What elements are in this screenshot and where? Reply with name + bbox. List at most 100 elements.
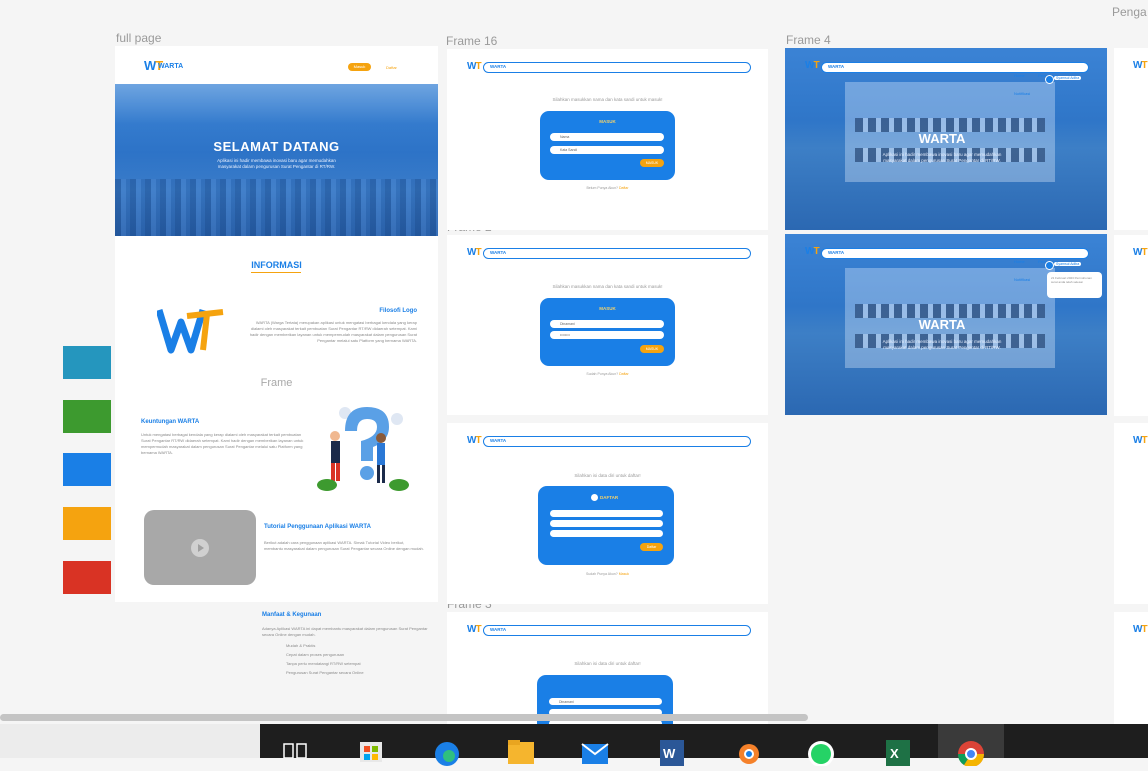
frame5-user-name[interactable]: Syamsul Adiba	[1054, 262, 1082, 266]
frame4-nav-label: WARTA	[828, 64, 845, 69]
hero-banner: SELAMAT DATANG Aplikasi ini hadir membaw…	[115, 84, 438, 236]
frame-daftar-navbar: WARTA	[483, 436, 751, 447]
frame16-nav-label: WARTA	[490, 64, 507, 69]
keuntungan-text: Untuk mengatasi berbagai kendala yang ke…	[141, 432, 304, 455]
frame-daftar-footer: Sudah Punya Akun? Masuk	[447, 572, 768, 576]
frame16-daftar-link[interactable]: Daftar	[619, 186, 629, 190]
excel-icon[interactable]: X	[882, 736, 912, 766]
tutorial-video-player[interactable]	[144, 510, 256, 585]
chrome-active-tab[interactable]	[938, 724, 1004, 768]
frame2-prompt: Silahkan masukkan nama dan kata sandi un…	[552, 284, 663, 289]
word-icon[interactable]: W	[656, 736, 686, 766]
manfaat-item-1: Mudah & Praktis	[286, 643, 316, 648]
hero-subtitle-2: masyarakat dalam pengurusan Surat Pengan…	[217, 164, 336, 169]
taskbar-search-area[interactable]	[0, 724, 260, 758]
frame4-artboard[interactable]: WT WARTA Home Pengaduan Notifikasi Syams…	[785, 48, 1107, 230]
task-view-icon[interactable]	[282, 740, 308, 759]
color-swatch-orange[interactable]	[63, 507, 111, 540]
frame2-footer: Sudah Punya Akun? Daftar	[447, 372, 768, 376]
horizontal-scrollbar[interactable]	[0, 714, 808, 721]
play-icon[interactable]	[191, 539, 209, 557]
right-frame-3[interactable]: WT	[1114, 423, 1148, 604]
frame4-sub-2: masyarakat dalam pengurusan Surat Pengan…	[883, 158, 1001, 163]
frame-daftar-button[interactable]: Daftar	[640, 543, 663, 551]
chrome-icon[interactable]	[956, 736, 986, 768]
svg-text:X: X	[890, 746, 899, 761]
frame2-daftar-link[interactable]: Daftar	[619, 372, 629, 376]
color-swatch-red[interactable]	[63, 561, 111, 594]
frame-daftar-field-2[interactable]	[550, 520, 663, 527]
frame-daftar-field-3[interactable]	[550, 530, 663, 537]
frame4-windows-1	[855, 118, 1045, 132]
play-triangle	[198, 544, 204, 552]
frame16-name-input[interactable]: Nama	[550, 133, 664, 141]
store-icon[interactable]	[356, 736, 386, 766]
frame2-masuk-button[interactable]: MASUK	[640, 345, 664, 353]
fp-masuk-button[interactable]: Masuk	[348, 63, 371, 71]
color-swatch-blue[interactable]	[63, 453, 111, 486]
hero-sky	[115, 84, 438, 124]
file-explorer-icon[interactable]	[506, 736, 536, 766]
fp-daftar-link[interactable]: Daftar	[386, 65, 397, 70]
frame-center-label: Frame	[260, 377, 293, 389]
frame-daftar-avatar-icon	[591, 494, 598, 501]
frame16-footer-text: Belum Punya Akun?	[586, 186, 618, 190]
frame2-password-input[interactable]: ••••••••	[550, 331, 664, 339]
frame2-logo-icon: WT	[467, 247, 482, 258]
frame-daftar-field-1[interactable]	[550, 510, 663, 517]
frame4-label[interactable]: Frame 4	[786, 33, 831, 47]
frame4-nav-notifikasi[interactable]: Notifikasi	[1014, 91, 1030, 96]
frame5-nav-home[interactable]: Home	[1014, 259, 1025, 264]
right-frame-4[interactable]: WT	[1114, 612, 1148, 724]
frame16-logo-icon: WT	[467, 61, 482, 72]
hero-title: SELAMAT DATANG	[213, 139, 340, 154]
frame4-nav-home[interactable]: Home	[1014, 73, 1025, 78]
filosofi-text: WARTA (Warga Tertata) merupakan aplikasi…	[249, 320, 417, 343]
frame16-prompt: Silahkan masukkan nama dan kata sandi un…	[552, 97, 663, 102]
frame3-name-input[interactable]: Dinamani	[549, 698, 662, 705]
manfaat-item-3: Tanpa perlu mendatangi RT/RW setempat	[286, 661, 361, 666]
frame-daftar-masuk-link[interactable]: Masuk	[619, 572, 629, 576]
frame16-label[interactable]: Frame 16	[446, 34, 497, 48]
frame4-title: WARTA	[918, 131, 966, 146]
frame16-footer: Belum Punya Akun? Daftar	[447, 186, 768, 190]
blender-icon[interactable]	[732, 736, 762, 766]
edge-icon[interactable]	[432, 736, 462, 766]
color-swatch-green[interactable]	[63, 400, 111, 433]
frame-daftar-prompt: Silahkan isi data diri untuk daftar!	[574, 473, 641, 478]
frame-daftar-artboard[interactable]: WT WARTA Silahkan isi data diri untuk da…	[447, 423, 768, 604]
taskbar: W X	[260, 724, 1148, 768]
frame5-user-avatar-icon[interactable]	[1045, 261, 1054, 270]
manfaat-item-4: Pengurusan Surat Pengantar secara Online	[286, 670, 364, 675]
right-frame-1[interactable]: WT	[1114, 48, 1148, 230]
frame4-user-name[interactable]: Syamsul Adiba	[1054, 76, 1082, 80]
mail-icon[interactable]	[580, 736, 610, 766]
right-frame-2[interactable]: WT	[1114, 235, 1148, 416]
frame5-nav-label: WARTA	[828, 250, 845, 255]
frame2-artboard[interactable]: WT WARTA Silahkan masukkan nama dan kata…	[447, 235, 768, 415]
informasi-title: INFORMASI	[251, 260, 302, 270]
frame5-nav-notifikasi[interactable]: Notifikasi	[1014, 277, 1030, 282]
frame16-artboard[interactable]: WT WARTA Silahkan masukkan nama dan kata…	[447, 49, 768, 230]
frame5-title: WARTA	[918, 317, 966, 332]
full-page-label[interactable]: full page	[116, 31, 161, 45]
frame4-user-avatar-icon[interactable]	[1045, 75, 1054, 84]
frame2-footer-text: Sudah Punya Akun?	[586, 372, 619, 376]
pengaduan-frame-label[interactable]: Penga	[1112, 5, 1147, 19]
frame5-artboard[interactable]: WT WARTA Home Pengaduan Notifikasi Syams…	[785, 234, 1107, 415]
frame2-name-input[interactable]: Dinamani	[550, 320, 664, 328]
frame5-notification-popup[interactable]: 21 Februari 2023 Permohonan surat anda t…	[1047, 272, 1102, 298]
frame16-password-input[interactable]: Kata Sandi	[550, 146, 664, 154]
right-frame-2-logo-icon: WT	[1133, 247, 1148, 258]
whatsapp-icon[interactable]	[806, 736, 836, 767]
frame3-prompt: Silahkan isi data diri untuk daftar!	[574, 661, 641, 666]
frame5-logo-icon: WT	[805, 246, 820, 257]
color-swatch-teal[interactable]	[63, 346, 111, 379]
fp-header: WT WARTA Masuk Daftar	[115, 46, 438, 84]
tutorial-text: Berikut adalah cara penggunaan aplikasi …	[264, 540, 424, 551]
frame-daftar-card: DAFTAR Daftar	[538, 486, 674, 565]
frame3-artboard[interactable]: WT WARTA Silahkan isi data diri untuk da…	[447, 612, 768, 724]
full-page-artboard[interactable]: WT WARTA Masuk Daftar SELAMAT DATANG Apl…	[115, 46, 438, 602]
frame16-masuk-button[interactable]: MASUK	[640, 159, 664, 167]
tutorial-title: Tutorial Penggunaan Aplikasi WARTA	[264, 524, 371, 530]
